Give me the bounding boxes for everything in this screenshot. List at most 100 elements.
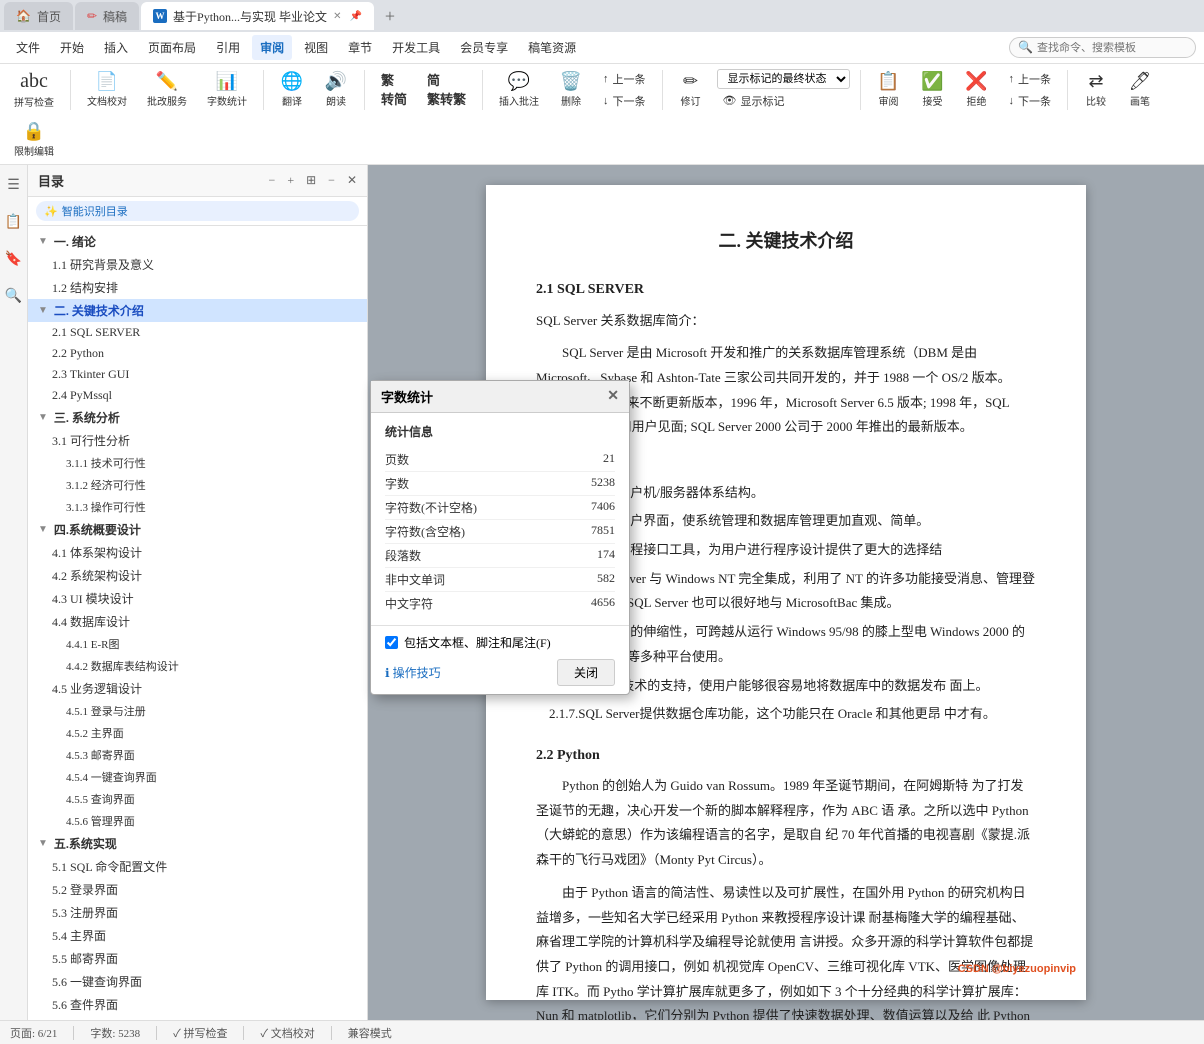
toc-item[interactable]: 5.4 主界面	[28, 924, 367, 947]
pen-btn[interactable]: 🖊 画笔	[1122, 69, 1158, 110]
toc-item[interactable]: 5.7 管理界面	[28, 1016, 367, 1020]
menu-reference[interactable]: 引用	[208, 35, 248, 60]
toc-item[interactable]: 5.5 邮寄界面	[28, 947, 367, 970]
toc-item[interactable]: 3.1.1 技术可行性	[28, 452, 367, 474]
insert-comment-btn[interactable]: 💬 插入批注	[493, 69, 545, 110]
toc-item[interactable]: 4.2 系统架构设计	[28, 564, 367, 587]
dialog-close-button[interactable]: 关闭	[557, 659, 615, 686]
toc-item[interactable]: 4.3 UI 模块设计	[28, 587, 367, 610]
toc-toggle-icon[interactable]: ▼	[38, 838, 48, 849]
toc-item[interactable]: 4.1 体系架构设计	[28, 541, 367, 564]
trad-to-simp-btn[interactable]: 繁转简	[375, 68, 413, 111]
toc-item[interactable]: 5.6 一键查询界面	[28, 970, 367, 993]
translate-btn[interactable]: 🌐 翻译	[274, 69, 310, 110]
read-aloud-btn[interactable]: 🔊 朗读	[318, 69, 354, 110]
toc-toggle-icon[interactable]: ▼	[38, 236, 48, 247]
toc-item[interactable]: 5.2 登录界面	[28, 878, 367, 901]
toc-item[interactable]: 1.1 研究背景及意义	[28, 253, 367, 276]
menu-view[interactable]: 视图	[296, 35, 336, 60]
track-changes-btn[interactable]: ✏ 修订	[673, 69, 709, 110]
toc-item[interactable]: 3.1.2 经济可行性	[28, 474, 367, 496]
simp-to-trad-btn[interactable]: 简繁转繁	[421, 68, 472, 111]
menu-insert[interactable]: 插入	[96, 35, 136, 60]
next-comment-btn[interactable]: ↓ 下一条	[597, 91, 652, 111]
revision-service-btn[interactable]: ✏️ 批改服务	[141, 69, 193, 110]
tab-draft[interactable]: ✏ 稿稿	[75, 2, 139, 30]
toc-item[interactable]: 1.2 结构安排	[28, 276, 367, 299]
include-textbox-check[interactable]	[385, 636, 398, 649]
tab-home[interactable]: 🏠 首页	[4, 2, 73, 30]
include-textbox-checkbox[interactable]: 包括文本框、脚注和尾注(F)	[385, 634, 615, 651]
toc-item[interactable]: 5.1 SQL 命令配置文件	[28, 855, 367, 878]
toc-item[interactable]: ▼四.系统概要设计	[28, 518, 367, 541]
spell-check-btn[interactable]: abc 拼写检查	[8, 68, 60, 111]
toc-item[interactable]: ▼一. 绪论	[28, 230, 367, 253]
menu-start[interactable]: 开始	[52, 35, 92, 60]
toc-item[interactable]: 4.4.1 E-R图	[28, 633, 367, 655]
menu-draft-resource[interactable]: 稿笔资源	[520, 35, 584, 60]
review-btn[interactable]: 📋 审阅	[871, 69, 907, 110]
sidebar-collapse-btn[interactable]: −	[265, 171, 280, 190]
toc-item[interactable]: 4.4 数据库设计	[28, 610, 367, 633]
new-tab-button[interactable]: +	[376, 2, 404, 30]
prev-btn[interactable]: ↑ 上一条	[1003, 69, 1058, 89]
tips-link[interactable]: ℹ 操作技巧	[385, 664, 441, 681]
menu-review[interactable]: 审阅	[252, 35, 292, 60]
toc-item[interactable]: 4.5.6 管理界面	[28, 810, 367, 832]
restrict-btn[interactable]: 🔒 限制编辑	[8, 119, 60, 160]
prev-comment-btn[interactable]: ↑ 上一条	[597, 69, 652, 89]
tab-pin-icon[interactable]: 📌	[349, 11, 361, 22]
left-panel-clipboard-icon[interactable]: 📋	[1, 210, 26, 235]
toc-item[interactable]: 5.6 查件界面	[28, 993, 367, 1016]
toc-item[interactable]: 2.1 SQL SERVER	[28, 322, 367, 343]
toc-item[interactable]: 4.5.3 邮寄界面	[28, 744, 367, 766]
sidebar-expand-btn[interactable]: +	[283, 171, 298, 190]
accept-btn[interactable]: ✅ 接受	[915, 69, 951, 110]
menu-chapter[interactable]: 章节	[340, 35, 380, 60]
toc-item[interactable]: 2.3 Tkinter GUI	[28, 364, 367, 385]
toc-item[interactable]: 4.5.5 查询界面	[28, 788, 367, 810]
toc-item[interactable]: 2.4 PyMssql	[28, 385, 367, 406]
tab-document[interactable]: W 基于Python...与实现 毕业论文 ✕ 📌	[141, 2, 374, 30]
left-panel-nav-icon[interactable]: ☰	[3, 173, 24, 198]
toc-toggle-icon[interactable]: ▼	[38, 412, 48, 423]
toc-item[interactable]: ▼二. 关键技术介绍	[28, 299, 367, 322]
dialog-close-btn[interactable]: ✕	[607, 388, 619, 405]
menu-vip[interactable]: 会员专享	[452, 35, 516, 60]
toc-item[interactable]: 4.5.2 主界面	[28, 722, 367, 744]
toc-toggle-icon[interactable]: ▼	[38, 305, 48, 316]
compare-btn[interactable]: ⇄ 比较	[1078, 69, 1114, 110]
toc-item[interactable]: 3.1 可行性分析	[28, 429, 367, 452]
toc-item[interactable]: ▼三. 系统分析	[28, 406, 367, 429]
menu-search-input[interactable]	[1037, 42, 1187, 54]
sidebar-close-btn[interactable]: ✕	[347, 173, 357, 188]
toc-item[interactable]: 3.1.3 操作可行性	[28, 496, 367, 518]
markup-state-dropdown[interactable]: 显示标记的最终状态	[717, 69, 850, 89]
toc-toggle-icon[interactable]: ▼	[38, 524, 48, 535]
toc-item[interactable]: 4.5 业务逻辑设计	[28, 677, 367, 700]
revision-service-icon: ✏️	[156, 71, 178, 92]
menu-file[interactable]: 文件	[8, 35, 48, 60]
left-panel-bookmark-icon[interactable]: 🔖	[1, 247, 26, 272]
menu-search-box[interactable]: 🔍	[1009, 37, 1196, 58]
toc-item[interactable]: 5.3 注册界面	[28, 901, 367, 924]
show-markup-btn[interactable]: 👁 显示标记	[717, 91, 791, 111]
toc-item[interactable]: 4.5.4 一键查询界面	[28, 766, 367, 788]
toc-item[interactable]: 4.4.2 数据库表结构设计	[28, 655, 367, 677]
delete-comment-btn[interactable]: 🗑️ 删除	[553, 69, 589, 110]
left-panel-search-icon[interactable]: 🔍	[1, 284, 26, 309]
toc-item[interactable]: ▼五.系统实现	[28, 832, 367, 855]
sidebar-minus-btn[interactable]: −	[324, 171, 339, 190]
reject-btn[interactable]: ❌ 拒绝	[959, 69, 995, 110]
tab-close-icon[interactable]: ✕	[333, 11, 341, 22]
dialog-section-title: 统计信息	[385, 423, 615, 440]
review-icon: 📋	[877, 71, 899, 92]
menu-devtools[interactable]: 开发工具	[384, 35, 448, 60]
menu-layout[interactable]: 页面布局	[140, 35, 204, 60]
next-btn[interactable]: ↓ 下一条	[1003, 91, 1058, 111]
doc-proofread-btn[interactable]: 📄 文档校对	[81, 69, 133, 110]
word-count-btn[interactable]: 📊 字数统计	[201, 69, 253, 110]
toc-item[interactable]: 2.2 Python	[28, 343, 367, 364]
sidebar-grid-btn[interactable]: ⊞	[302, 171, 320, 190]
toc-item[interactable]: 4.5.1 登录与注册	[28, 700, 367, 722]
